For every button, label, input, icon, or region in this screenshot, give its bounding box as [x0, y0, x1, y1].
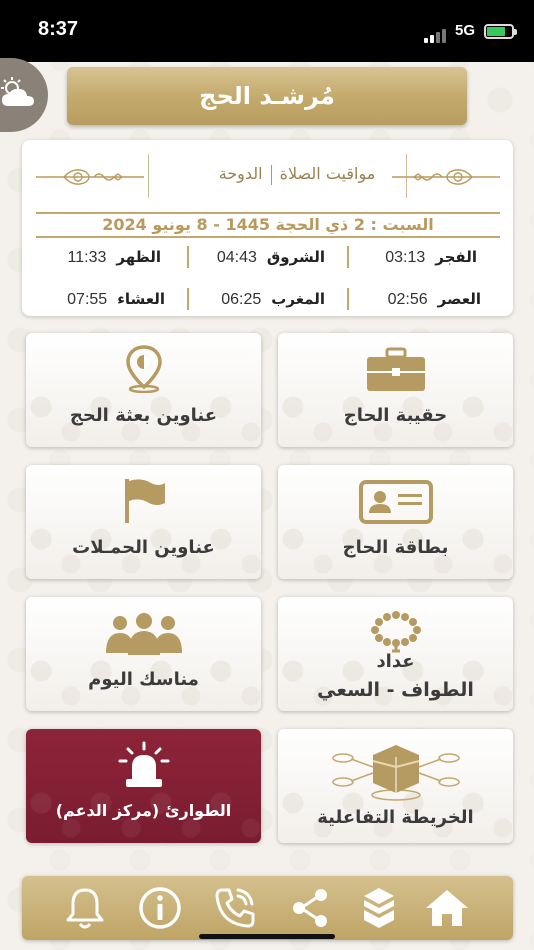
app-title-banner: مُرشـد الحج [67, 67, 467, 125]
prayer-times-card: مواقيت الصلاة الدوحة السبت : 2 ذي الحجة 1… [22, 140, 513, 316]
tile-interactive-map[interactable]: الخريطة التفاعلية [278, 729, 513, 843]
weather-button[interactable] [0, 58, 48, 132]
tile-label-line-1: عداد [376, 651, 415, 672]
network-label: 5G [455, 22, 476, 39]
prayer-dhuhr: الظهر11:33 [67, 248, 161, 266]
prayer-maghrib: المغرب06:25 [221, 290, 325, 308]
tile-emergency[interactable]: الطوارئ (مركز الدعم) [26, 729, 261, 843]
status-bar: 8:37 5G [0, 0, 534, 62]
home-icon [426, 890, 468, 926]
prayer-beads-icon [278, 609, 513, 657]
kaaba-map-icon [278, 737, 513, 807]
prayer-fajr: الفجر03:13 [385, 248, 477, 266]
tile-hajj-card[interactable]: بطاقة الحاج [278, 465, 513, 579]
date-line: السبت : 2 ذي الحجة 1445 - 8 يونيو 2024 [36, 212, 500, 238]
bell-icon [66, 888, 104, 929]
prayer-heading: مواقيت الصلاة [279, 164, 376, 183]
tile-mission-addresses[interactable]: عناوين بعثة الحج [26, 333, 261, 447]
tile-label: عناوين بعثة الحج [69, 405, 218, 426]
weather-icon [1, 77, 34, 106]
info-button[interactable] [135, 884, 185, 932]
pilgrims-group-icon [26, 611, 261, 659]
tile-label: بطاقة الحاج [342, 537, 449, 558]
bottom-nav-bar [22, 876, 513, 940]
tile-daily-rituals[interactable]: مناسك اليوم [26, 597, 261, 711]
tile-hajj-bag[interactable]: حقيبة الحاج [278, 333, 513, 447]
prayer-times-row-2: العصر02:56 المغرب06:25 العشاء07:55 [22, 284, 513, 314]
kaaba-button[interactable] [354, 884, 404, 932]
tile-tawaf-counter[interactable]: عداد الطواف - السعي [278, 597, 513, 711]
id-card-icon [278, 479, 513, 529]
siren-icon [26, 741, 261, 795]
briefcase-icon [278, 347, 513, 397]
kaaba-icon [364, 888, 394, 928]
tile-label: الخريطة التفاعلية [317, 807, 474, 828]
prayer-sunrise: الشروق04:43 [216, 248, 325, 266]
home-button[interactable] [422, 884, 472, 932]
tile-label: عناوين الحمـلات [72, 537, 215, 558]
home-indicator[interactable] [199, 934, 335, 939]
tile-label-line-2: الطواف - السعي [317, 679, 474, 701]
battery-icon [484, 24, 517, 39]
call-button[interactable] [210, 884, 260, 932]
share-icon [293, 889, 327, 927]
tile-label: مناسك اليوم [88, 669, 199, 690]
phone-icon [215, 888, 255, 928]
prayer-times-header: مواقيت الصلاة الدوحة [172, 164, 422, 192]
ornament-left-icon [36, 169, 144, 185]
tile-label: الطوارئ (مركز الدعم) [55, 801, 232, 820]
ornament-right-icon [392, 169, 500, 185]
flag-icon [26, 477, 261, 529]
prayer-asr: العصر02:56 [387, 290, 481, 308]
city-name[interactable]: الدوحة [219, 164, 263, 183]
status-time: 8:37 [38, 18, 79, 40]
tile-label: حقيبة الحاج [343, 405, 448, 426]
signal-icon [424, 24, 448, 43]
info-icon [139, 887, 181, 929]
notifications-button[interactable] [60, 884, 110, 932]
share-button[interactable] [285, 884, 335, 932]
tile-campaign-addresses[interactable]: عناوين الحمـلات [26, 465, 261, 579]
location-pin-icon [26, 345, 261, 397]
prayer-times-row-1: الفجر03:13 الشروق04:43 الظهر11:33 [22, 242, 513, 272]
prayer-isha: العشاء07:55 [67, 290, 165, 308]
